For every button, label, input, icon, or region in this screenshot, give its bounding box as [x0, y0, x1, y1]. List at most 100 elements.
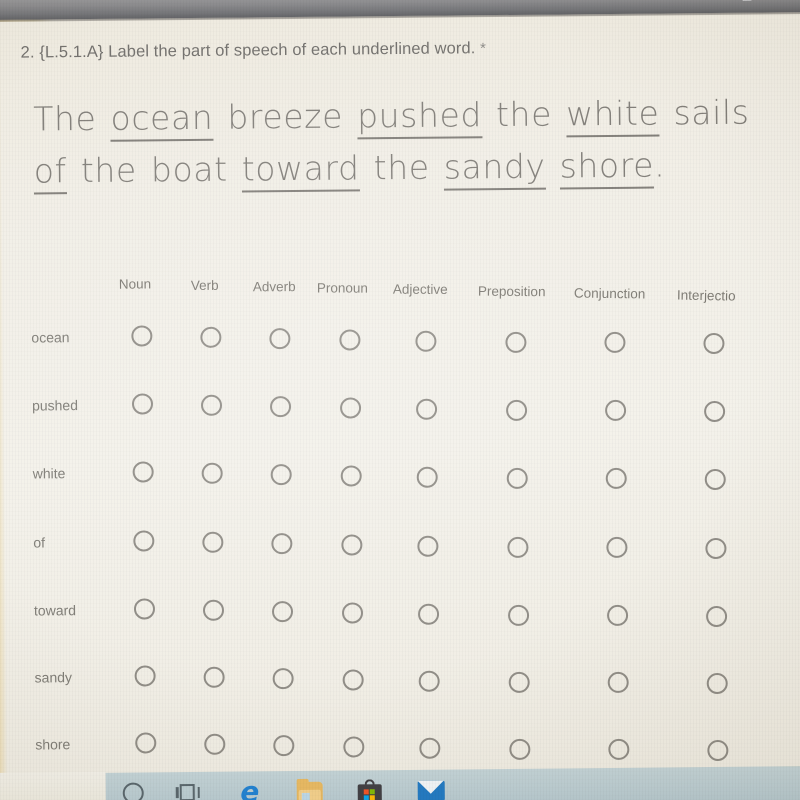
monitor-photo: ...viewform?hr_submis 2. {L.5.1.A} Label…	[0, 0, 800, 800]
radio-white-verb[interactable]	[201, 462, 223, 484]
radio-pushed-pronoun[interactable]	[339, 397, 362, 419]
underlined-word: shore	[559, 145, 655, 190]
underlined-word: of	[33, 151, 68, 195]
radio-shore-noun[interactable]	[135, 732, 157, 754]
question-prompt: 2. {L.5.1.A} Label the part of speech of…	[21, 39, 487, 62]
row-label-toward: toward	[33, 602, 77, 619]
radio-sandy-adjective[interactable]	[418, 670, 440, 692]
radio-shore-adverb[interactable]	[273, 734, 295, 757]
radio-white-preposition[interactable]	[506, 467, 528, 489]
radio-shore-pronoun[interactable]	[343, 736, 365, 758]
mail-button[interactable]	[417, 778, 445, 800]
sentence-text: .	[653, 145, 666, 185]
sentence-text: the	[481, 94, 567, 135]
radio-of-adjective[interactable]	[417, 535, 439, 557]
question-number: 2.	[20, 43, 35, 62]
radio-toward-adverb[interactable]	[271, 600, 294, 623]
column-header-verb: Verb	[190, 277, 219, 293]
task-view-button[interactable]	[175, 780, 202, 800]
row-label-white: white	[32, 465, 66, 482]
radio-ocean-noun[interactable]	[131, 325, 153, 347]
address-bar-url[interactable]: ...viewform?hr_submis	[646, 0, 800, 3]
column-header-adjective: Adjective	[392, 281, 448, 297]
radio-pushed-conjunction[interactable]	[605, 400, 627, 422]
column-header-conjunction: Conjunction	[573, 285, 646, 302]
screen-content: ...viewform?hr_submis 2. {L.5.1.A} Label…	[0, 0, 800, 800]
column-header-preposition: Preposition	[477, 283, 546, 300]
radio-toward-noun[interactable]	[133, 598, 156, 620]
radio-pushed-noun[interactable]	[131, 393, 154, 415]
row-label-sandy: sandy	[34, 669, 73, 686]
radio-toward-preposition[interactable]	[507, 604, 530, 626]
radio-ocean-adjective[interactable]	[415, 330, 437, 352]
row-label-pushed: pushed	[31, 397, 79, 414]
radio-shore-verb[interactable]	[204, 733, 226, 755]
radio-sandy-noun[interactable]	[134, 665, 156, 687]
radio-ocean-verb[interactable]	[200, 326, 222, 348]
radio-of-adverb[interactable]	[271, 532, 293, 555]
radio-of-noun[interactable]	[133, 530, 155, 552]
radio-sandy-adverb[interactable]	[272, 667, 294, 690]
radio-pushed-preposition[interactable]	[505, 399, 528, 421]
radio-pushed-interjectio[interactable]	[704, 401, 726, 423]
radio-white-noun[interactable]	[132, 461, 154, 483]
radio-ocean-conjunction[interactable]	[604, 332, 626, 354]
row-label-shore: shore	[35, 736, 71, 753]
radio-sandy-conjunction[interactable]	[607, 672, 629, 694]
microsoft-store-button[interactable]	[357, 778, 384, 800]
sentence-text: sails	[659, 92, 750, 133]
radio-of-preposition[interactable]	[507, 536, 529, 558]
radio-white-adjective[interactable]	[416, 466, 438, 488]
standard-code: {L.5.1.A}	[39, 42, 104, 62]
sentence-text: The	[33, 98, 111, 139]
taskbar-start-zone[interactable]	[0, 771, 106, 800]
radio-pushed-verb[interactable]	[200, 394, 223, 416]
radio-shore-adjective[interactable]	[419, 737, 441, 759]
microsoft-edge-button[interactable]: e	[237, 775, 263, 800]
radio-sandy-verb[interactable]	[203, 666, 225, 688]
radio-shore-preposition[interactable]	[509, 738, 531, 760]
radio-of-verb[interactable]	[202, 531, 224, 553]
file-explorer-button[interactable]	[296, 778, 323, 800]
radio-toward-pronoun[interactable]	[341, 602, 364, 624]
radio-sandy-pronoun[interactable]	[342, 669, 364, 691]
radio-of-interjectio[interactable]	[705, 538, 727, 560]
radio-shore-conjunction[interactable]	[608, 739, 630, 761]
column-header-adverb: Adverb	[252, 279, 296, 295]
sentence-text: breeze	[213, 96, 358, 137]
edge-icon: e	[240, 775, 260, 800]
radio-toward-conjunction[interactable]	[606, 605, 629, 627]
column-header-noun: Noun	[118, 276, 152, 292]
radio-ocean-adverb[interactable]	[269, 327, 291, 350]
underlined-word: white	[565, 93, 660, 138]
radio-pushed-adverb[interactable]	[269, 395, 292, 418]
radio-pushed-adjective[interactable]	[415, 398, 438, 420]
radio-toward-interjectio[interactable]	[705, 606, 728, 628]
store-bag-icon	[357, 779, 382, 800]
radio-toward-verb[interactable]	[202, 599, 225, 621]
radio-white-adverb[interactable]	[270, 463, 292, 486]
radio-shore-interjectio[interactable]	[707, 740, 729, 762]
radio-ocean-pronoun[interactable]	[339, 329, 361, 351]
underlined-word: ocean	[110, 97, 214, 142]
radio-sandy-preposition[interactable]	[508, 671, 530, 693]
radio-of-pronoun[interactable]	[341, 534, 363, 556]
radio-white-conjunction[interactable]	[605, 468, 627, 490]
radio-of-conjunction[interactable]	[606, 537, 628, 559]
cortana-search-button[interactable]	[121, 780, 147, 800]
radio-white-pronoun[interactable]	[340, 465, 362, 487]
radio-ocean-preposition[interactable]	[505, 331, 527, 353]
circle-icon	[122, 782, 144, 800]
radio-ocean-interjectio[interactable]	[703, 333, 725, 355]
radio-toward-adjective[interactable]	[417, 603, 440, 625]
question-text: Label the part of speech of each underli…	[108, 39, 476, 61]
prompt-sentence: The ocean breeze pushed the white sails …	[33, 86, 774, 197]
multiple-choice-grid: Noun Verb Adverb Pronoun Adjective Prepositio…	[0, 229, 800, 767]
radio-white-interjectio[interactable]	[704, 469, 726, 491]
sentence-text	[545, 146, 559, 185]
sentence-text: the boat	[66, 149, 242, 191]
windows-taskbar: e	[0, 762, 800, 800]
google-form-page: 2. {L.5.1.A} Label the part of speech of…	[0, 14, 800, 774]
column-header-interjectio: Interjectio	[676, 287, 736, 304]
radio-sandy-interjectio[interactable]	[706, 673, 728, 695]
